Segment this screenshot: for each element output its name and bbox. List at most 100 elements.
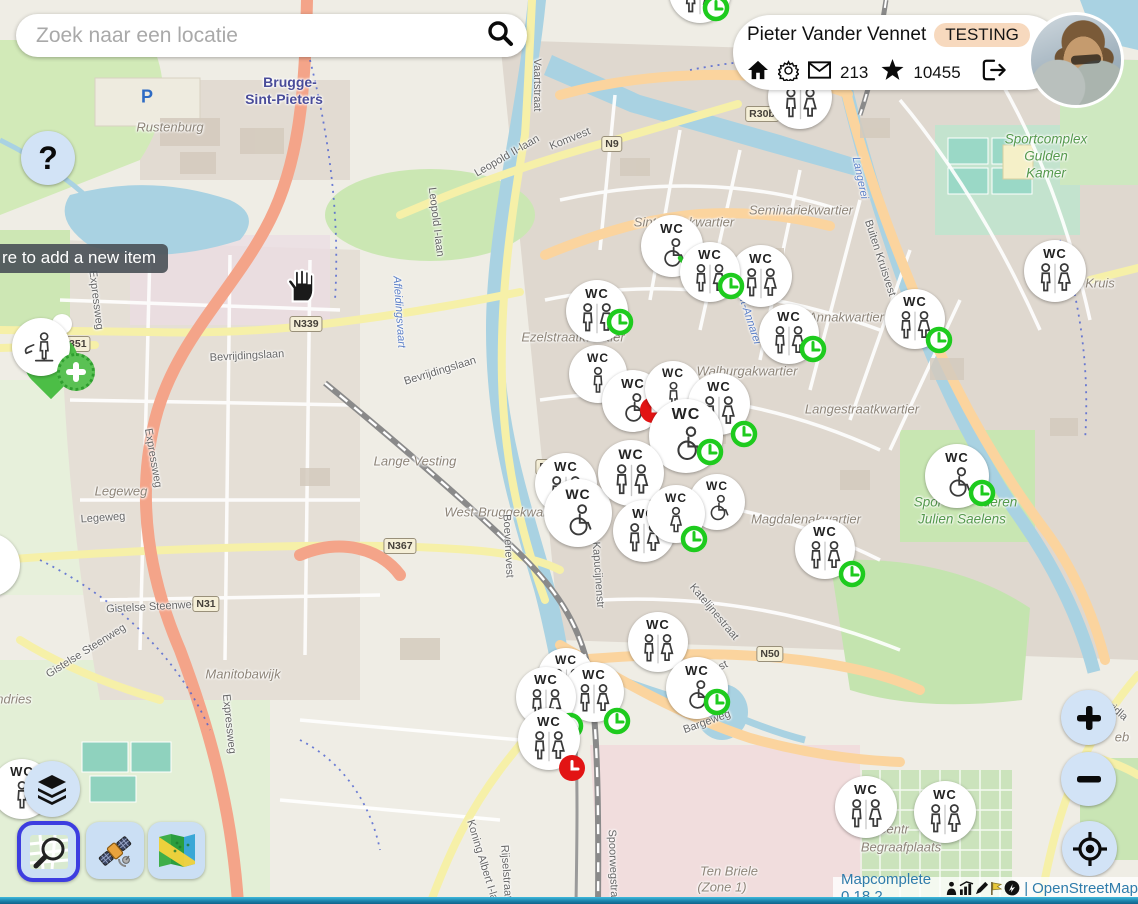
wc-label: WC bbox=[585, 287, 609, 300]
mf-pictogram-icon bbox=[675, 0, 725, 17]
layers-button[interactable] bbox=[24, 761, 80, 817]
satellite-icon bbox=[95, 831, 135, 871]
mf-pictogram-icon bbox=[841, 797, 891, 832]
messages-envelope-icon[interactable] bbox=[808, 61, 831, 84]
woman-pictogram-icon bbox=[0, 554, 14, 590]
minus-icon bbox=[1074, 764, 1104, 794]
wc-label: WC bbox=[903, 295, 927, 308]
geolocate-button[interactable] bbox=[1062, 821, 1117, 876]
wc-label: WC bbox=[534, 673, 558, 686]
toilet-marker[interactable]: WC bbox=[759, 304, 819, 364]
edit-pencil-icon[interactable] bbox=[975, 881, 989, 895]
user-panel[interactable]: Pieter Vander Vennet TESTING 213 10455 bbox=[733, 15, 1063, 90]
mastodon-icon[interactable] bbox=[1004, 880, 1020, 896]
wheelchair-pictogram-icon bbox=[657, 424, 716, 465]
settings-gear-icon[interactable] bbox=[778, 60, 799, 86]
mf-pictogram-icon bbox=[634, 632, 682, 666]
wc-label: WC bbox=[554, 460, 578, 473]
wc-label: WC bbox=[672, 407, 701, 423]
mf-pictogram-icon bbox=[765, 324, 813, 358]
logout-icon[interactable] bbox=[982, 59, 1006, 86]
wc-label: WC bbox=[662, 367, 684, 379]
wc-label: WC bbox=[621, 377, 645, 390]
background-map-button[interactable] bbox=[148, 822, 205, 879]
search-input[interactable] bbox=[34, 23, 485, 49]
folded-map-icon bbox=[157, 833, 197, 869]
wc-label: WC bbox=[698, 248, 722, 261]
wc-label: WC bbox=[813, 525, 837, 538]
zoom-in-button[interactable] bbox=[1061, 690, 1116, 745]
username: Pieter Vander Vennet bbox=[747, 24, 926, 46]
wc-label: WC bbox=[707, 380, 731, 393]
wc-label: WC bbox=[1043, 247, 1067, 260]
mf-pictogram-icon bbox=[920, 802, 970, 837]
mf-pictogram-icon bbox=[572, 301, 622, 336]
zoom-out-button[interactable] bbox=[1061, 752, 1116, 806]
mapcomplete-app: Brugge-Sint-PietersRustenburgSint-Gillis… bbox=[0, 0, 1138, 904]
wheelchair-pictogram-icon bbox=[672, 678, 722, 713]
messages-count: 213 bbox=[840, 63, 868, 83]
toilet-marker[interactable]: WC bbox=[835, 776, 897, 838]
testing-badge: TESTING bbox=[934, 23, 1030, 47]
wc-label: WC bbox=[945, 451, 969, 464]
plus-icon bbox=[1074, 703, 1104, 733]
star-icon[interactable] bbox=[881, 59, 904, 86]
mf-pictogram-icon bbox=[736, 266, 786, 301]
search-icon[interactable] bbox=[485, 18, 515, 53]
background-satellite-button[interactable] bbox=[86, 822, 144, 879]
wc-label: WC bbox=[665, 492, 687, 504]
mf-pictogram-icon bbox=[775, 86, 826, 122]
wc-label: WC bbox=[749, 252, 773, 265]
woman-pictogram-icon bbox=[653, 505, 699, 537]
mf-pictogram-icon bbox=[605, 462, 658, 499]
flag-icon[interactable] bbox=[990, 881, 1003, 896]
wheelchair-pictogram-icon bbox=[551, 502, 605, 540]
toilet-marker[interactable]: WC bbox=[914, 781, 976, 843]
theme-footer-bar bbox=[0, 897, 1138, 904]
toilet-marker[interactable]: WC bbox=[566, 280, 628, 342]
mf-pictogram-icon bbox=[524, 729, 574, 764]
contributors-icon[interactable] bbox=[945, 881, 958, 896]
wheelchair-pictogram-icon bbox=[932, 465, 983, 501]
user-avatar[interactable] bbox=[1028, 12, 1124, 108]
toilet-marker[interactable]: WC bbox=[795, 519, 855, 579]
wc-label: WC bbox=[660, 222, 684, 235]
mf-pictogram-icon bbox=[891, 309, 939, 343]
openstreetmap-link[interactable]: OpenStreetMap bbox=[1032, 880, 1138, 897]
wc-label: WC bbox=[555, 654, 577, 666]
search-bar bbox=[16, 14, 527, 57]
toilet-marker[interactable]: WC bbox=[885, 289, 945, 349]
wc-label: WC bbox=[618, 447, 643, 461]
wc-label: WC bbox=[854, 783, 878, 796]
toilet-marker[interactable]: WC bbox=[518, 708, 580, 770]
mf-pictogram-icon bbox=[570, 682, 618, 716]
background-osm-carto-button[interactable] bbox=[17, 821, 80, 882]
layers-icon bbox=[35, 773, 69, 805]
toilet-marker[interactable]: WC bbox=[925, 444, 989, 508]
toilet-marker[interactable]: WC bbox=[647, 485, 705, 543]
mf-pictogram-icon bbox=[801, 539, 849, 573]
toilet-marker[interactable]: WC bbox=[680, 242, 740, 302]
wc-label: WC bbox=[706, 480, 728, 492]
toilet-marker[interactable]: WC bbox=[666, 657, 728, 719]
home-icon[interactable] bbox=[747, 60, 769, 85]
wc-label: WC bbox=[777, 310, 801, 323]
mf-pictogram-icon bbox=[1030, 261, 1080, 296]
statistics-icon[interactable] bbox=[959, 881, 974, 895]
wc-label: WC bbox=[537, 715, 561, 728]
wc-label: WC bbox=[565, 487, 590, 501]
wc-label: WC bbox=[933, 788, 957, 801]
add-plus-icon[interactable] bbox=[57, 353, 95, 391]
attribution-separator: | bbox=[1024, 880, 1028, 897]
wc-label: WC bbox=[582, 668, 606, 681]
help-button[interactable]: ? bbox=[21, 131, 75, 185]
hand-cursor-icon bbox=[280, 262, 318, 311]
wc-label: WC bbox=[646, 618, 670, 631]
toilet-marker[interactable]: WC bbox=[1024, 240, 1086, 302]
add-item-tooltip: re to add a new item bbox=[0, 244, 168, 273]
mf-pictogram-icon bbox=[686, 262, 734, 296]
osm-carto-icon bbox=[28, 832, 70, 872]
attribution-bar: Mapcomplete 0.18.2 | OpenStreetMap bbox=[833, 877, 1138, 899]
wc-label: WC bbox=[685, 664, 709, 677]
wc-label: WC bbox=[587, 352, 609, 364]
